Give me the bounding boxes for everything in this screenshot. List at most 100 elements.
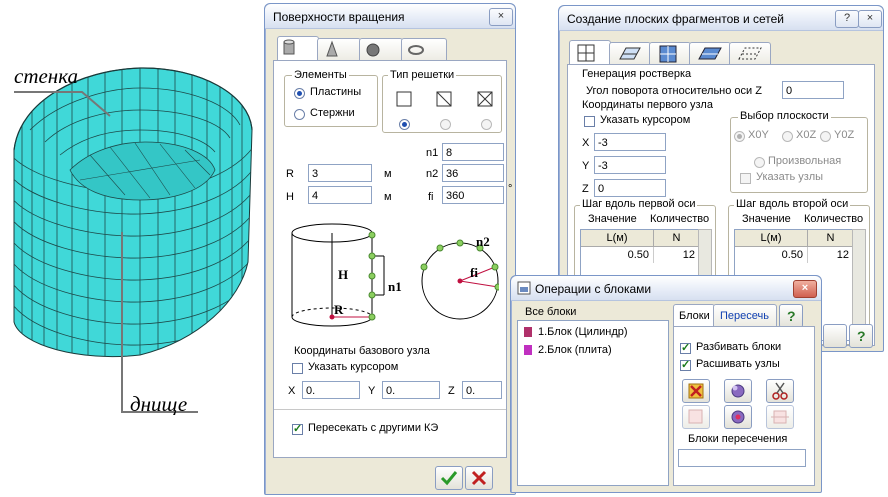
fi-input[interactable]: 360 xyxy=(442,186,504,204)
grid-type-radio-3[interactable] xyxy=(481,119,492,130)
step2-L-header: L(м) xyxy=(735,230,808,247)
tab-plate-grid[interactable] xyxy=(649,42,691,65)
step1-N-cell[interactable]: 12 xyxy=(654,247,699,263)
help-button[interactable]: ? xyxy=(779,304,803,328)
plane-group-title: Выбор плоскости xyxy=(738,110,831,122)
step1-value-col: Значение xyxy=(588,213,637,225)
apply-button[interactable] xyxy=(435,466,463,490)
tab-cone[interactable] xyxy=(317,38,361,61)
tab-intersect[interactable]: Пересечь xyxy=(713,304,777,327)
plate-grid-icon xyxy=(659,45,677,63)
grid-type-icons xyxy=(396,91,493,107)
x-label: X xyxy=(288,385,296,397)
svg-text:?: ? xyxy=(787,308,796,324)
R-label: R xyxy=(286,168,294,180)
tab-grid[interactable] xyxy=(569,40,611,65)
cancel-button[interactable] xyxy=(465,466,493,490)
n1-input[interactable]: 8 xyxy=(442,143,504,161)
group-title: Генерация ростверка xyxy=(582,68,692,80)
divider xyxy=(274,409,506,410)
tab-sphere[interactable] xyxy=(359,38,403,61)
x0z-radio[interactable] xyxy=(782,131,793,142)
z-input[interactable]: 0. xyxy=(462,381,502,399)
angle-input[interactable]: 0 xyxy=(782,81,844,99)
tab-blocks-label: Блоки xyxy=(679,310,710,322)
block-1-color xyxy=(524,327,532,337)
n2-label: n2 xyxy=(426,168,439,180)
block-1-label[interactable]: 1.Блок (Цилиндр) xyxy=(538,326,628,338)
combine-block-button[interactable] xyxy=(724,405,752,429)
move-icon xyxy=(771,410,789,424)
y-label: Y xyxy=(368,385,376,397)
move-block-button[interactable] xyxy=(766,405,794,429)
intersection-blocks-field[interactable] xyxy=(678,449,806,467)
nodes-checkbox[interactable] xyxy=(740,173,751,184)
help-icon: ? xyxy=(857,328,866,344)
intersection-blocks-title: Блоки пересечения xyxy=(688,433,788,445)
arbitrary-radio[interactable] xyxy=(754,157,765,168)
grid-type-radio-1[interactable] xyxy=(399,119,410,130)
tab-torus[interactable] xyxy=(401,38,447,61)
step1-L-cell[interactable]: 0.50 xyxy=(581,247,654,263)
z-input[interactable]: 0 xyxy=(594,179,666,197)
step2-value-col: Значение xyxy=(742,213,791,225)
figure-H-label: H xyxy=(338,267,349,282)
y0z-radio[interactable] xyxy=(820,131,831,142)
plates-radio[interactable] xyxy=(294,88,305,99)
tab-cylinder[interactable] xyxy=(277,36,319,61)
cut-block-button[interactable] xyxy=(766,379,794,403)
bars-radio[interactable] xyxy=(294,109,305,120)
x0y-radio[interactable] xyxy=(734,131,745,142)
close-button[interactable]: × xyxy=(793,280,817,298)
wall-label: стенка xyxy=(14,64,79,88)
tab-skew-plate[interactable] xyxy=(689,42,731,65)
close-button[interactable]: × xyxy=(858,10,882,28)
tab-plate[interactable] xyxy=(609,42,651,65)
blocks-tab-panel: Разбивать блоки Расшивать узлы Блоки пер… xyxy=(673,326,815,486)
tab-skew-grid[interactable] xyxy=(729,42,771,65)
x-input[interactable]: -3 xyxy=(594,133,666,151)
split-blocks-checkbox[interactable] xyxy=(680,341,691,354)
y-input[interactable]: -3 xyxy=(594,156,666,174)
close-button[interactable]: × xyxy=(489,8,513,26)
x-input[interactable]: 0. xyxy=(302,381,360,399)
step1-title: Шаг вдоль первой оси xyxy=(580,198,698,210)
step1-L-header: L(м) xyxy=(581,230,654,247)
torus-icon xyxy=(408,45,424,55)
cursor-checkbox[interactable] xyxy=(584,116,595,127)
y-input[interactable]: 0. xyxy=(382,381,440,399)
figure-R-label: R xyxy=(334,302,344,317)
delete-block-button[interactable] xyxy=(682,379,710,403)
merge-icon xyxy=(731,384,745,398)
intersect-checkbox[interactable] xyxy=(292,422,303,435)
H-unit: м xyxy=(384,191,392,203)
unstitch-nodes-checkbox[interactable] xyxy=(680,358,691,371)
apply-button[interactable] xyxy=(823,324,847,348)
merge-blocks-button[interactable] xyxy=(724,379,752,403)
titlebar: Создание плоских фрагментов и сетей ? × xyxy=(559,6,883,31)
scissors-icon xyxy=(772,382,788,400)
n2-input[interactable]: 36 xyxy=(442,164,504,182)
tab-panel: Элементы Пластины Стержни Тип решетки n1… xyxy=(273,60,512,458)
copy-block-button[interactable] xyxy=(682,405,710,429)
R-input[interactable]: 3 xyxy=(308,164,372,182)
step2-L-cell[interactable]: 0.50 xyxy=(735,247,808,263)
step2-N-cell[interactable]: 12 xyxy=(808,247,853,263)
y0z-label: Y0Z xyxy=(834,129,855,141)
step2-count-col: Количество xyxy=(804,213,864,225)
grid-type-radio-2[interactable] xyxy=(440,119,451,130)
H-input[interactable]: 4 xyxy=(308,186,372,204)
dialog-icon xyxy=(517,281,531,295)
cursor-checkbox[interactable] xyxy=(292,363,303,374)
unstitch-nodes-label: Расшивать узлы xyxy=(696,358,780,370)
block-2-label[interactable]: 2.Блок (плита) xyxy=(538,344,612,356)
help-title-button[interactable]: ? xyxy=(835,10,859,28)
figure-n1-label: n1 xyxy=(388,279,402,294)
cone-icon xyxy=(326,40,338,57)
delete-icon xyxy=(688,383,704,399)
figure-n2-label: n2 xyxy=(476,234,490,249)
blocks-list[interactable]: 1.Блок (Цилиндр) 2.Блок (плита) xyxy=(517,320,669,486)
grid-icon xyxy=(577,44,595,62)
x0z-label: X0Z xyxy=(796,129,817,141)
help-button[interactable]: ? xyxy=(849,324,873,348)
